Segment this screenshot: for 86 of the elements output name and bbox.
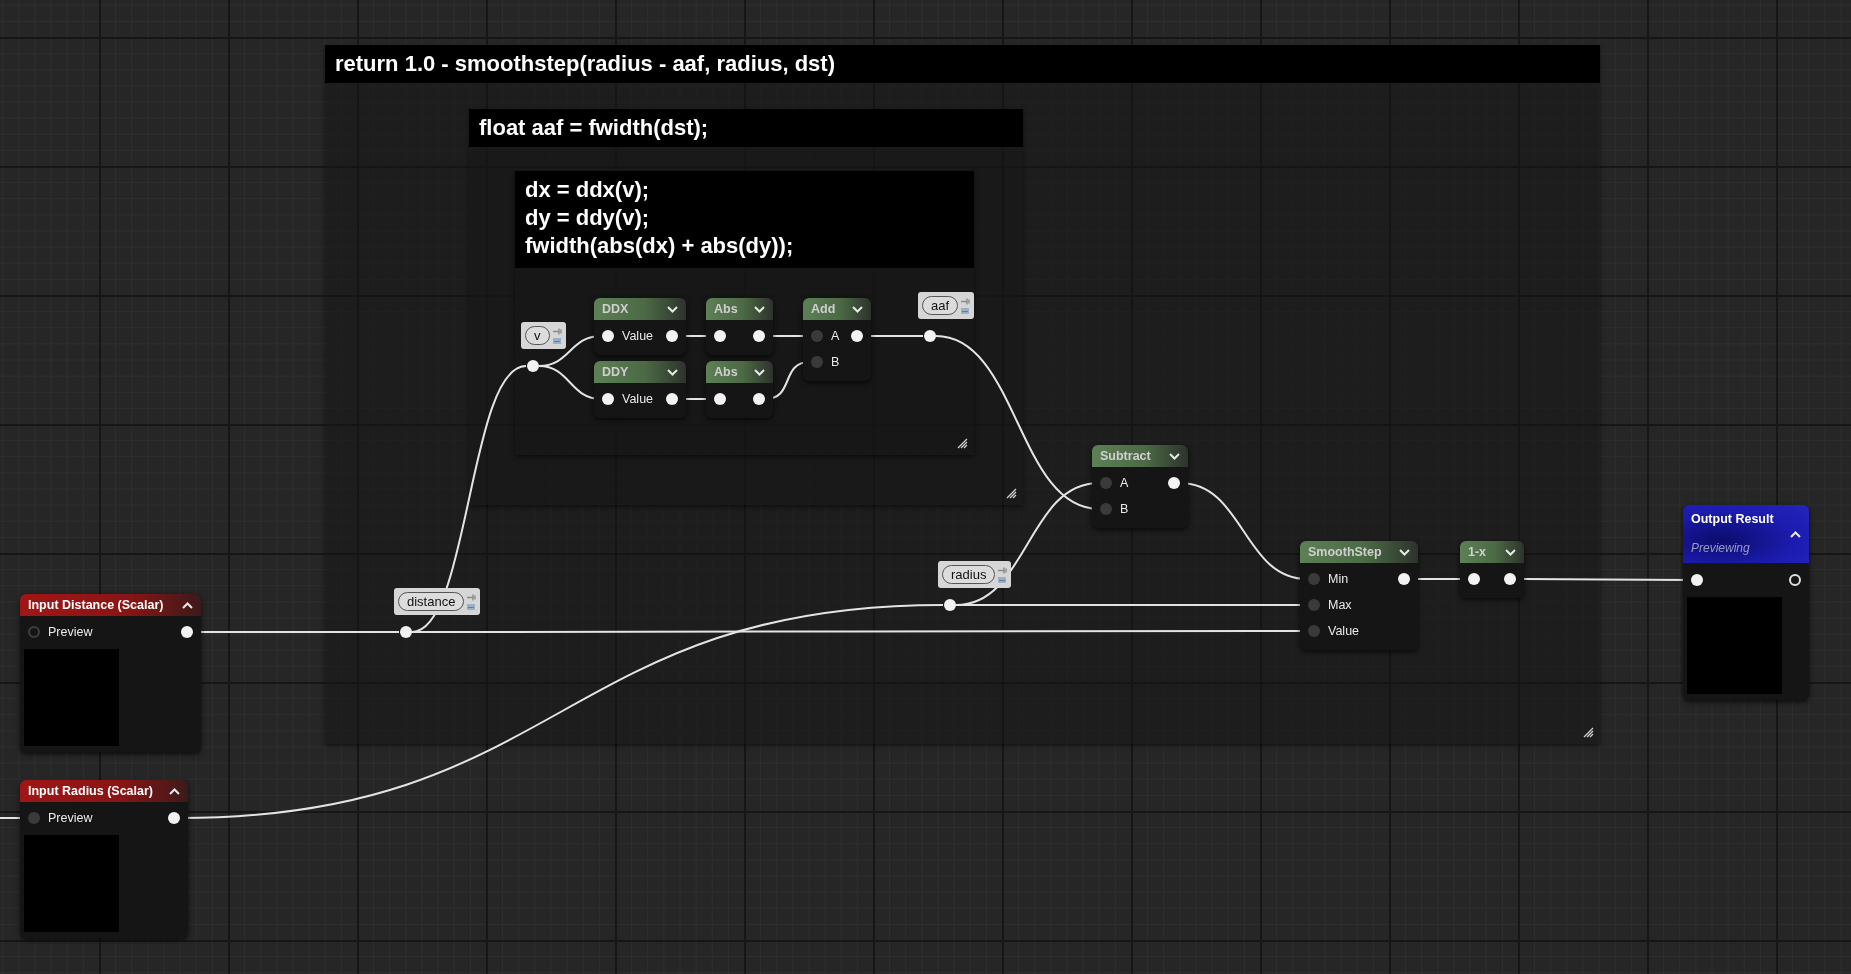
output-pin[interactable] bbox=[1504, 573, 1516, 585]
chevron-down-icon bbox=[1505, 548, 1516, 556]
node-title: Add bbox=[811, 302, 836, 316]
input-pin[interactable] bbox=[1100, 477, 1112, 489]
pin-label: A bbox=[1120, 476, 1129, 490]
chevron-down-icon bbox=[754, 368, 765, 376]
comment-title[interactable]: dx = ddx(v); dy = ddy(v); fwidth(abs(dx) + abs(dy)); bbox=[515, 171, 974, 268]
node-title: DDY bbox=[602, 365, 629, 379]
comment-title[interactable]: return 1.0 - smoothstep(radius - aaf, radius, dst) bbox=[325, 45, 1600, 83]
input-pin[interactable] bbox=[28, 626, 40, 638]
input-pin[interactable] bbox=[602, 393, 614, 405]
chevron-down-icon bbox=[852, 305, 863, 313]
resize-grip-icon bbox=[1582, 726, 1594, 738]
graph-node[interactable]: Subtract A B bbox=[1092, 445, 1188, 528]
resize-grip-icon bbox=[956, 437, 968, 449]
output-pin[interactable] bbox=[181, 626, 193, 638]
input-pin[interactable] bbox=[1308, 625, 1320, 637]
reroute-name: aaf bbox=[922, 296, 959, 315]
pin-label: Preview bbox=[48, 811, 93, 825]
pin-label: Value bbox=[622, 329, 654, 343]
reroute-knot[interactable] bbox=[527, 360, 539, 372]
pin-icon bbox=[467, 593, 477, 601]
graph-node[interactable]: DDX Value bbox=[594, 298, 686, 355]
chevron-up-icon bbox=[1790, 530, 1801, 538]
input-pin[interactable] bbox=[1308, 573, 1320, 585]
node-title: Output Result bbox=[1691, 512, 1774, 526]
node-title: Input Distance (Scalar) bbox=[28, 598, 164, 612]
pin-label: Value bbox=[1328, 624, 1360, 638]
node-title: Abs bbox=[714, 365, 738, 379]
output-pin[interactable] bbox=[753, 330, 765, 342]
output-pin[interactable] bbox=[1398, 573, 1410, 585]
reroute-name: distance bbox=[398, 592, 465, 611]
chevron-down-icon bbox=[667, 368, 678, 376]
input-pin[interactable] bbox=[1308, 599, 1320, 611]
output-pin[interactable] bbox=[1789, 574, 1801, 586]
input-pin[interactable] bbox=[602, 330, 614, 342]
input-pin[interactable] bbox=[714, 393, 726, 405]
graph-node[interactable]: DDY Value bbox=[594, 361, 686, 418]
reroute-knot[interactable] bbox=[944, 599, 956, 611]
output-pin[interactable] bbox=[1168, 477, 1180, 489]
output-pin[interactable] bbox=[666, 330, 678, 342]
resize-grip-icon bbox=[1005, 487, 1017, 499]
input-pin[interactable] bbox=[1468, 573, 1480, 585]
graph-node[interactable]: Add A B bbox=[803, 298, 871, 381]
input-pin[interactable] bbox=[1100, 503, 1112, 515]
input-pin[interactable] bbox=[28, 812, 40, 824]
pin-label: Max bbox=[1328, 598, 1352, 612]
reroute-name: radius bbox=[942, 565, 996, 584]
pin-label: B bbox=[1120, 502, 1129, 516]
chevron-up-icon bbox=[169, 787, 180, 795]
chevron-down-icon bbox=[1169, 452, 1180, 460]
pin-label: B bbox=[831, 355, 840, 369]
node-title: DDX bbox=[602, 302, 629, 316]
input-pin[interactable] bbox=[1691, 574, 1703, 586]
pin-label: Preview bbox=[48, 625, 93, 639]
pin-label: Value bbox=[622, 392, 654, 406]
graph-node[interactable]: SmoothStep Min Max Value bbox=[1300, 541, 1418, 650]
pin-icon bbox=[961, 297, 971, 305]
reroute-knot[interactable] bbox=[400, 626, 412, 638]
reroute-knot[interactable] bbox=[924, 330, 936, 342]
pin-label: A bbox=[831, 329, 840, 343]
output-pin[interactable] bbox=[753, 393, 765, 405]
node-title: Subtract bbox=[1100, 449, 1151, 463]
pin-icon bbox=[998, 566, 1008, 574]
node-title: 1-x bbox=[1468, 545, 1487, 559]
node-title: Input Radius (Scalar) bbox=[28, 784, 154, 798]
input-pin[interactable] bbox=[811, 330, 823, 342]
pin-label: Min bbox=[1328, 572, 1349, 586]
chevron-up-icon bbox=[182, 601, 193, 609]
input-pin[interactable] bbox=[714, 330, 726, 342]
chevron-down-icon bbox=[1399, 548, 1410, 556]
chevron-down-icon bbox=[754, 305, 765, 313]
chevron-down-icon bbox=[667, 305, 678, 313]
reroute-name: v bbox=[525, 326, 550, 345]
node-title: Abs bbox=[714, 302, 738, 316]
pin-icon bbox=[552, 327, 562, 335]
comment-title[interactable]: float aaf = fwidth(dst); bbox=[469, 109, 1023, 147]
output-pin[interactable] bbox=[666, 393, 678, 405]
output-pin[interactable] bbox=[851, 330, 863, 342]
output-pin[interactable] bbox=[168, 812, 180, 824]
node-title: SmoothStep bbox=[1308, 545, 1382, 559]
node-subtitle: Previewing bbox=[1691, 541, 1751, 557]
input-pin[interactable] bbox=[811, 356, 823, 368]
graph-node[interactable]: Input Distance (Scalar) Preview bbox=[20, 594, 201, 752]
graph-node[interactable]: Input Radius (Scalar) Preview bbox=[20, 780, 188, 938]
graph-node[interactable]: Output Result Previewing bbox=[1683, 505, 1809, 700]
